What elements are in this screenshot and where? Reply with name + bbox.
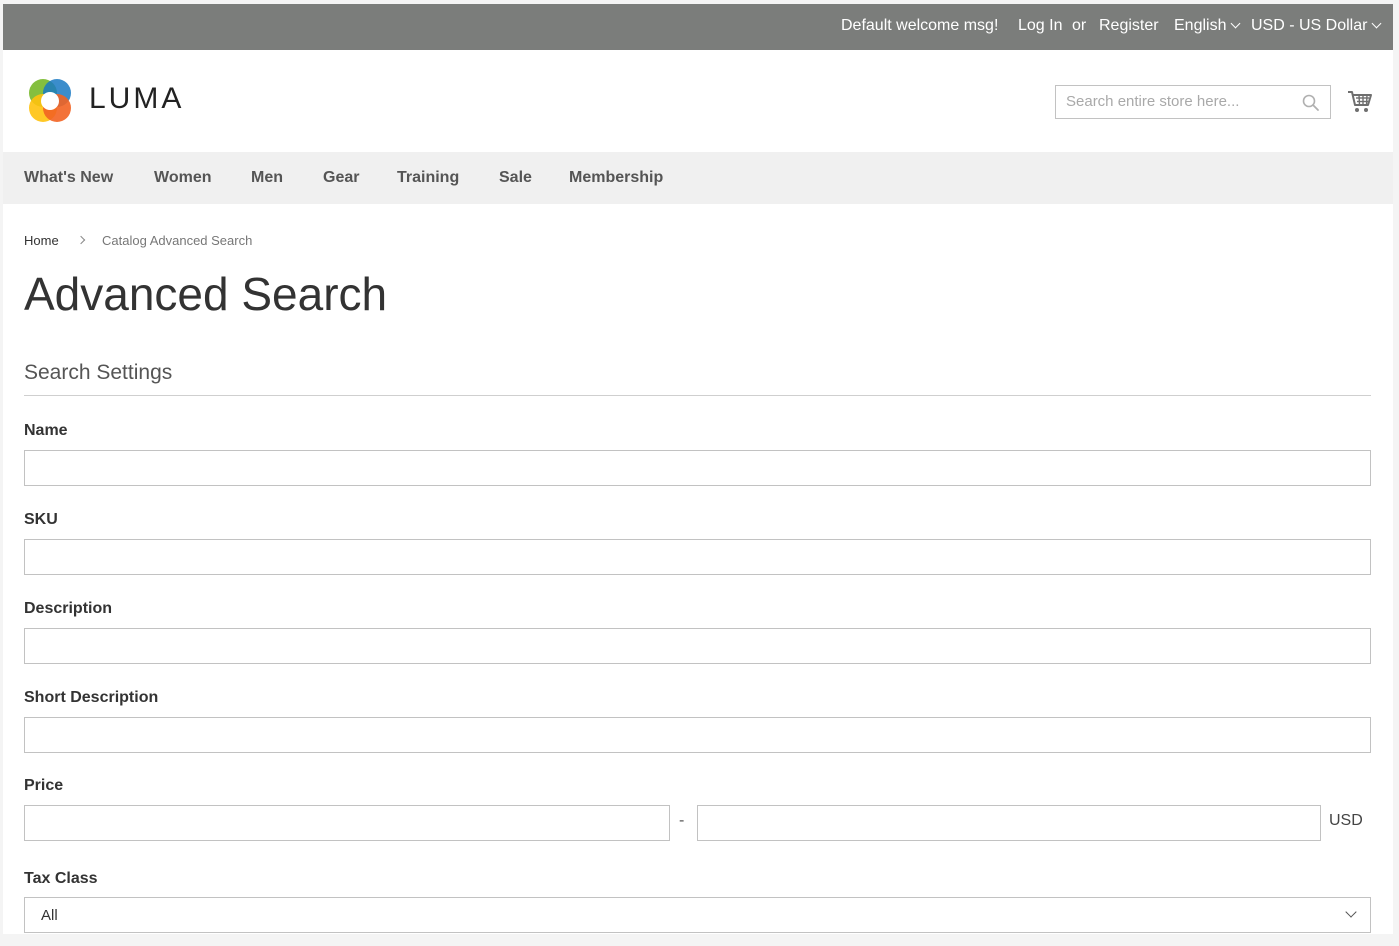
search-icon[interactable] bbox=[1301, 93, 1321, 113]
breadcrumb-home[interactable]: Home bbox=[24, 233, 59, 248]
nav-item-men[interactable]: Men bbox=[251, 169, 283, 187]
search-input[interactable] bbox=[1066, 93, 1291, 110]
description-input[interactable] bbox=[24, 628, 1371, 664]
login-link[interactable]: Log In bbox=[1018, 17, 1062, 35]
chevron-down-icon bbox=[1345, 906, 1357, 918]
nav-item-women[interactable]: Women bbox=[154, 169, 211, 187]
short-description-input[interactable] bbox=[24, 717, 1371, 753]
tax-class-select[interactable]: All bbox=[24, 897, 1371, 933]
tax-class-value: All bbox=[41, 907, 58, 924]
currency-switcher[interactable]: USD - US Dollar bbox=[1251, 17, 1382, 35]
logo-text[interactable]: LUMA bbox=[89, 82, 184, 116]
luma-logo-icon[interactable] bbox=[24, 75, 76, 127]
section-title: Search Settings bbox=[24, 361, 173, 384]
cart-icon[interactable] bbox=[1347, 89, 1373, 115]
breadcrumb-current: Catalog Advanced Search bbox=[102, 233, 253, 248]
or-text: or bbox=[1072, 17, 1087, 34]
nav-item-gear[interactable]: Gear bbox=[323, 169, 359, 187]
currency-label: USD - US Dollar bbox=[1251, 17, 1368, 34]
page: Default welcome msg! Log In or Register … bbox=[3, 4, 1393, 934]
price-currency: USD bbox=[1329, 812, 1363, 829]
price-to-input[interactable] bbox=[697, 805, 1321, 841]
page-title: Advanced Search bbox=[24, 268, 388, 320]
language-switcher[interactable]: English bbox=[1174, 17, 1241, 35]
name-label: Name bbox=[24, 422, 68, 439]
welcome-message: Default welcome msg! bbox=[841, 17, 999, 34]
price-range-separator: - bbox=[679, 812, 685, 829]
section-divider bbox=[24, 395, 1371, 396]
nav-item-training[interactable]: Training bbox=[397, 169, 459, 187]
top-bar: Default welcome msg! Log In or Register … bbox=[3, 4, 1393, 50]
register-link[interactable]: Register bbox=[1099, 17, 1159, 35]
short-description-label: Short Description bbox=[24, 689, 159, 706]
chevron-right-icon bbox=[76, 235, 86, 245]
chevron-down-icon bbox=[1372, 18, 1382, 29]
main-nav: What's New Women Men Gear Training Sale … bbox=[3, 152, 1393, 204]
sku-input[interactable] bbox=[24, 539, 1371, 575]
description-label: Description bbox=[24, 600, 113, 617]
chevron-down-icon bbox=[1231, 18, 1241, 29]
language-label: English bbox=[1174, 17, 1227, 34]
name-input[interactable] bbox=[24, 450, 1371, 486]
search-box bbox=[1055, 85, 1331, 119]
nav-item-membership[interactable]: Membership bbox=[569, 169, 663, 187]
nav-item-whats-new[interactable]: What's New bbox=[24, 169, 113, 187]
sku-label: SKU bbox=[24, 511, 58, 528]
nav-item-sale[interactable]: Sale bbox=[499, 169, 532, 187]
price-from-input[interactable] bbox=[24, 805, 670, 841]
price-label: Price bbox=[24, 777, 64, 794]
tax-class-label: Tax Class bbox=[24, 870, 98, 887]
